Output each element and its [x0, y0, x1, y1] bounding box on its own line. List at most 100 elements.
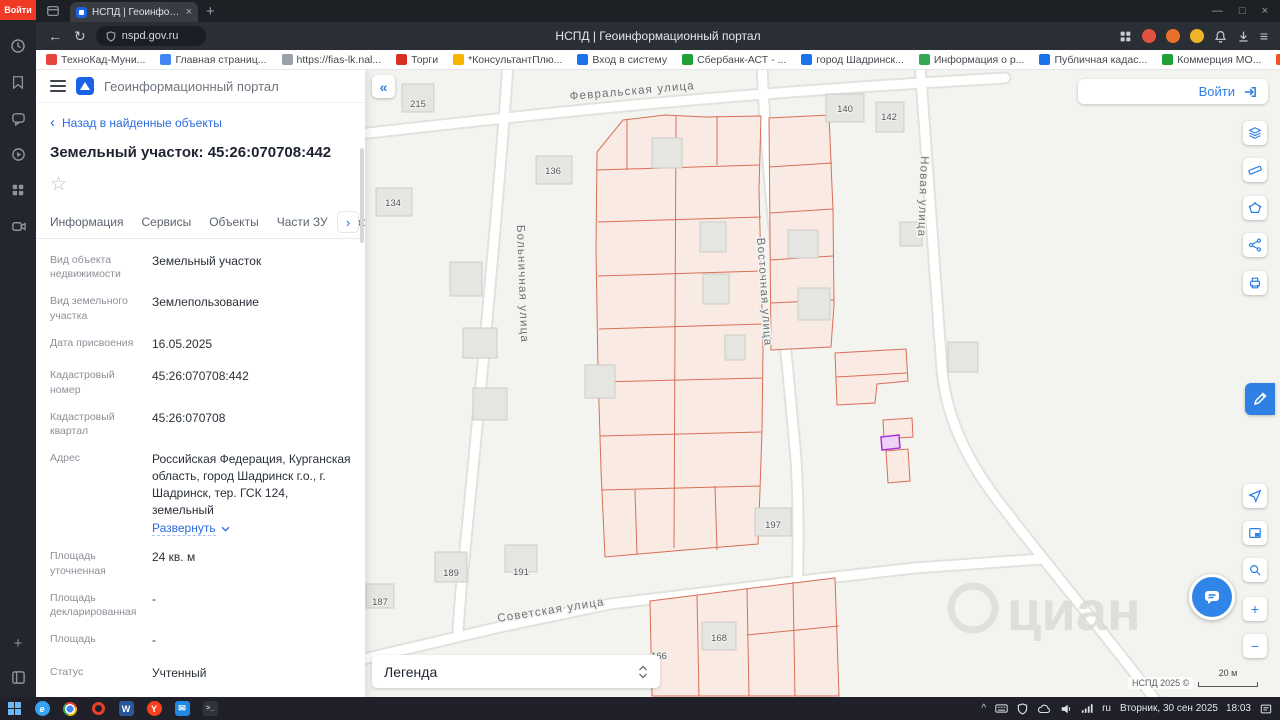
notifications-bell-icon[interactable] [1214, 30, 1227, 43]
window-title: НСПД | Геоинформационный портал [555, 29, 761, 43]
layers-button[interactable] [1243, 121, 1267, 145]
svg-text:197: 197 [765, 520, 781, 531]
cloud-tray-icon[interactable] [1037, 704, 1051, 714]
keyboard-tray-icon[interactable] [995, 703, 1008, 714]
expand-link[interactable]: Развернуть [152, 521, 216, 537]
bookmarks-icon[interactable] [8, 72, 28, 92]
bookmark-favicon [1039, 54, 1051, 65]
browser-tab[interactable]: НСПД | Геоинформаци... × [70, 2, 198, 22]
taskbar-opera-icon[interactable] [84, 697, 112, 720]
bookmark-item[interactable]: Вход в систему [577, 54, 667, 66]
bookmark-item[interactable]: Публичная кадас... [1039, 54, 1147, 66]
video-call-icon[interactable] [8, 216, 28, 236]
bookmark-item[interactable]: город Шадринск... [801, 54, 904, 66]
share-button[interactable] [1243, 233, 1267, 257]
portal-title: Геоинформационный портал [104, 78, 279, 94]
panel-settings-icon[interactable] [8, 667, 28, 687]
security-tray-icon[interactable] [1017, 702, 1028, 715]
messenger-icon[interactable] [8, 108, 28, 128]
field-label: Площадь [50, 633, 96, 646]
reload-button[interactable]: ↻ [74, 28, 86, 45]
network-tray-icon[interactable] [1081, 703, 1093, 714]
start-button[interactable] [0, 697, 28, 720]
bookmark-item[interactable]: Коммерция МО... [1162, 54, 1261, 66]
extensions-icon[interactable] [1119, 30, 1132, 43]
favorite-star-icon[interactable]: ☆ [50, 175, 351, 194]
dzen-icon[interactable] [8, 144, 28, 164]
panel-tab[interactable]: Объекты [209, 208, 259, 238]
bookmark-item[interactable]: https://fias-lk.nal... [281, 53, 382, 66]
selected-parcel[interactable] [880, 434, 901, 451]
panel-scrollbar[interactable] [360, 148, 364, 243]
bookmark-item[interactable]: Торги [396, 54, 438, 66]
panel-tab[interactable]: Части ЗУ [277, 208, 328, 238]
profile-avatar[interactable] [1141, 29, 1156, 43]
volume-tray-icon[interactable] [1060, 703, 1072, 715]
services-grid-icon[interactable] [8, 180, 28, 200]
taskbar-clock[interactable]: Вторник, 30 сен 2025 18:03 [1120, 703, 1251, 714]
map-canvas[interactable]: циан Февральская улица Больничная улица … [365, 70, 1280, 697]
print-button[interactable] [1243, 271, 1267, 295]
tab-list-icon[interactable] [46, 4, 60, 18]
browser-menu-icon[interactable]: ≡ [1260, 28, 1268, 44]
field-label: Адрес [50, 452, 81, 465]
bookmark-item[interactable]: ТехноКад-Муни... [46, 54, 145, 66]
hidden-icons-button[interactable]: ^ [981, 703, 986, 714]
object-info-panel: Геоинформационный портал ‹ Назад в найде… [36, 70, 365, 697]
profile-avatar[interactable] [1189, 29, 1204, 43]
browser-toolbar: ← ↻ nspd.gov.ru НСПД | Геоинформационный… [36, 22, 1280, 50]
screen: Войти + НСПД | Геоинформ × + — □ × ← ↻ n… [0, 0, 1280, 720]
taskbar-console-icon[interactable]: >_ [196, 697, 224, 720]
field-label: Площадь декларированная [50, 591, 137, 618]
history-icon[interactable] [8, 36, 28, 56]
tabs-scroll-button[interactable]: › [337, 211, 359, 233]
draw-panel-button[interactable] [1245, 383, 1275, 415]
nspd-logo [76, 77, 94, 95]
taskbar-browser-icon[interactable]: e [28, 697, 56, 720]
bookmark-favicon [1162, 54, 1174, 65]
browser-login-button[interactable]: Войти [0, 0, 36, 20]
zoom-in-button[interactable]: + [1243, 597, 1267, 621]
back-button[interactable]: ← [48, 28, 62, 44]
legend-toggle[interactable]: Легенда [372, 655, 660, 688]
taskbar-yandex-icon[interactable]: Y [140, 697, 168, 720]
language-indicator[interactable]: ru [1102, 703, 1111, 714]
window-close-button[interactable]: × [1262, 5, 1268, 17]
overview-map-button[interactable] [1243, 521, 1267, 545]
add-panel-icon[interactable]: + [8, 633, 28, 653]
new-tab-button[interactable]: + [206, 3, 215, 20]
bookmark-label: https://fias-lk.nal... [296, 53, 382, 66]
zoom-out-button[interactable]: − [1243, 634, 1267, 658]
bookmark-item[interactable]: Стартовая стран... [1276, 54, 1280, 66]
bookmark-item[interactable]: *КонсультантПлю... [453, 54, 562, 66]
panel-tab[interactable]: Сервисы [141, 208, 191, 238]
bookmark-item[interactable]: Сбербанк-АСТ - ... [682, 54, 786, 66]
bookmark-item[interactable]: Информация о р... [918, 54, 1024, 66]
svg-text:168: 168 [711, 633, 727, 644]
panel-tab[interactable]: Информация [50, 208, 123, 238]
search-area-button[interactable] [1243, 558, 1267, 582]
back-to-results-link[interactable]: ‹ Назад в найденные объекты [50, 115, 351, 130]
taskbar-word-icon[interactable]: W [112, 697, 140, 720]
window-minimize-button[interactable]: — [1212, 5, 1223, 17]
window-maximize-button[interactable]: □ [1239, 5, 1246, 17]
field-value: Землепользование [152, 295, 259, 310]
taskbar-mail-icon[interactable]: ✉ [168, 697, 196, 720]
map-login-button[interactable]: Войти [1078, 79, 1268, 104]
field-value: 24 кв. м [152, 550, 196, 565]
area-polygon-button[interactable] [1243, 196, 1267, 220]
address-bar[interactable]: nspd.gov.ru [95, 26, 206, 46]
locate-button[interactable] [1243, 484, 1267, 508]
menu-hamburger-icon[interactable] [50, 80, 66, 92]
action-center-icon[interactable] [1260, 703, 1272, 715]
profile-avatar[interactable] [1165, 29, 1180, 43]
measure-ruler-button[interactable] [1243, 158, 1267, 182]
bookmark-item[interactable]: Главная страниц... [160, 54, 267, 66]
bookmark-favicon [577, 54, 589, 65]
collapse-panel-button[interactable]: « [372, 75, 395, 98]
tab-close-icon[interactable]: × [186, 6, 192, 18]
map-viewport[interactable]: циан Февральская улица Больничная улица … [365, 70, 1280, 697]
downloads-icon[interactable] [1237, 30, 1250, 43]
taskbar-chrome-icon[interactable] [56, 697, 84, 720]
chat-fab-button[interactable] [1189, 574, 1235, 620]
